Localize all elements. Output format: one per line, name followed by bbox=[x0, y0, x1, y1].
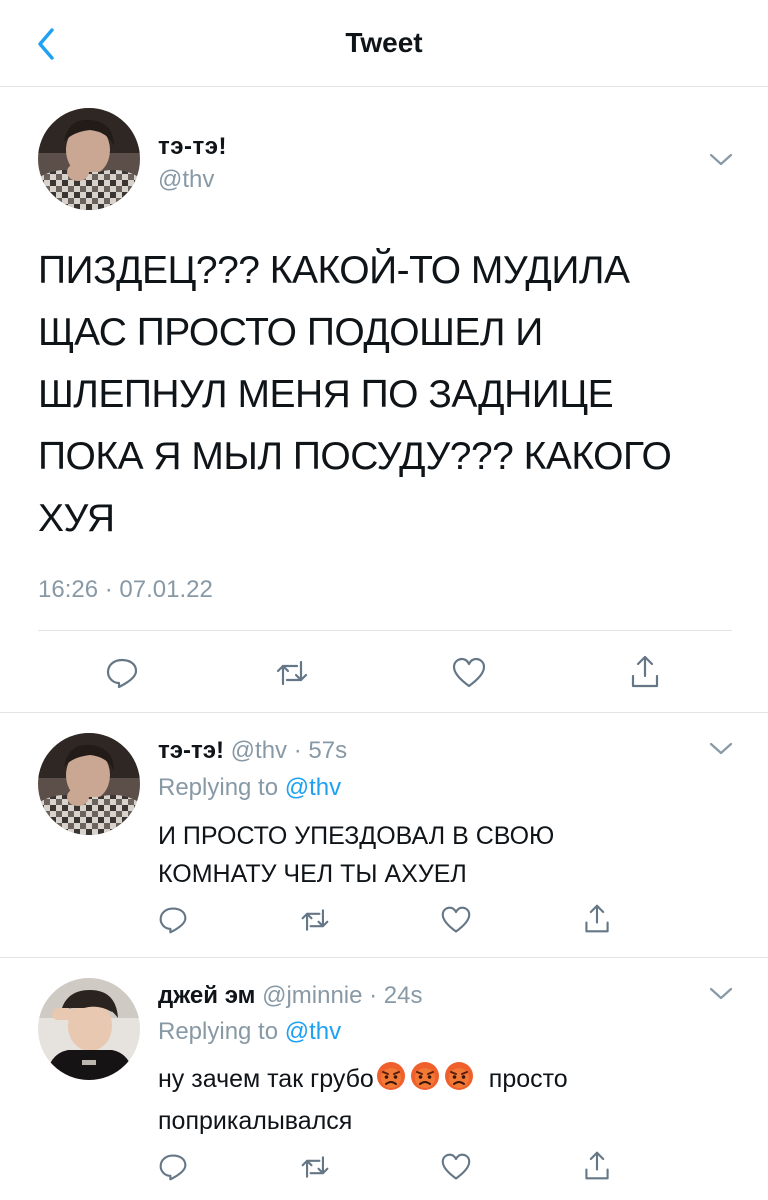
angry-face-emoji bbox=[376, 1061, 406, 1102]
retweet-button[interactable] bbox=[275, 656, 309, 690]
divider bbox=[0, 957, 768, 958]
replying-to-label: Replying to bbox=[158, 1018, 279, 1045]
reply-button[interactable] bbox=[158, 1152, 192, 1186]
profile-photo-image bbox=[38, 978, 140, 1080]
tweet-text: ПИЗДЕЦ??? КАКОЙ-ТО МУДИЛА ЩАС ПРОСТО ПОД… bbox=[38, 240, 738, 550]
reply-text-segment: просто bbox=[488, 1065, 568, 1093]
share-icon bbox=[585, 904, 609, 933]
reply-text-line: поприкалывался bbox=[158, 1107, 353, 1135]
reply-text: ну зачем так грубо просто поприкалывался bbox=[158, 1060, 568, 1140]
author-name[interactable]: джей эм bbox=[158, 982, 255, 1009]
chevron-down-icon bbox=[709, 987, 733, 1000]
tweet-text-line: ХУЯ bbox=[38, 497, 115, 540]
replying-to-label: Replying to bbox=[158, 774, 279, 801]
avatar[interactable] bbox=[38, 733, 140, 835]
like-button[interactable] bbox=[441, 905, 475, 939]
retweet-icon bbox=[276, 660, 308, 686]
reply-text: И ПРОСТО УПЕЗДОВАЛ В СВОЮ КОМНАТУ ЧЕЛ ТЫ… bbox=[158, 817, 554, 893]
share-icon bbox=[585, 1151, 609, 1180]
reply-text-segment: ну зачем так грубо bbox=[158, 1065, 374, 1093]
angry-face-emoji bbox=[410, 1061, 440, 1102]
author-handle-time[interactable]: @thv · 57s bbox=[231, 737, 347, 764]
tweet-text-line: ПОКА Я МЫЛ ПОСУДУ??? КАКОГО bbox=[38, 435, 672, 478]
share-button[interactable] bbox=[582, 903, 616, 937]
reply-button[interactable] bbox=[105, 656, 139, 690]
reply-text-line: И ПРОСТО УПЕЗДОВАЛ В СВОЮ bbox=[158, 822, 555, 850]
retweet-button[interactable] bbox=[300, 1152, 334, 1186]
retweet-button[interactable] bbox=[300, 905, 334, 939]
replying-to: Replying to @thv bbox=[158, 774, 341, 802]
more-options-button[interactable] bbox=[708, 986, 734, 1002]
replying-to-link[interactable]: @thv bbox=[285, 1018, 341, 1045]
reply-icon bbox=[159, 1154, 187, 1181]
share-button[interactable] bbox=[582, 1150, 616, 1184]
tweet-timestamp: 16:26 · 07.01.22 bbox=[38, 576, 213, 603]
avatar[interactable] bbox=[38, 108, 140, 210]
tweet-text-line: ПИЗДЕЦ??? КАКОЙ-ТО МУДИЛА bbox=[38, 249, 630, 292]
heart-icon bbox=[441, 906, 471, 933]
author-name[interactable]: тэ-тэ! bbox=[158, 133, 227, 161]
reply-text-line: ну зачем так грубо просто bbox=[158, 1060, 568, 1102]
avatar[interactable] bbox=[38, 978, 140, 1080]
page-title: Tweet bbox=[345, 27, 423, 58]
profile-photo-image bbox=[38, 733, 140, 835]
like-button[interactable] bbox=[441, 1152, 475, 1186]
like-button[interactable] bbox=[452, 656, 486, 690]
author-name[interactable]: тэ-тэ! bbox=[158, 737, 224, 764]
profile-photo-image bbox=[38, 108, 140, 210]
chevron-down-icon bbox=[709, 742, 733, 755]
header-bar: Tweet bbox=[0, 0, 768, 87]
author-handle-time[interactable]: @jminnie · 24s bbox=[262, 982, 422, 1009]
author-handle[interactable]: @thv bbox=[158, 166, 214, 194]
share-icon bbox=[631, 655, 659, 688]
reply-header: джей эм @jminnie · 24s bbox=[158, 982, 423, 1010]
angry-face-emoji bbox=[444, 1061, 474, 1102]
share-button[interactable] bbox=[628, 654, 662, 688]
more-options-button[interactable] bbox=[708, 152, 734, 168]
tweet-text-line: ШЛЕПНУЛ МЕНЯ ПО ЗАДНИЦЕ bbox=[38, 373, 614, 416]
heart-icon bbox=[441, 1153, 471, 1180]
more-options-button[interactable] bbox=[708, 741, 734, 757]
replying-to: Replying to @thv bbox=[158, 1018, 341, 1046]
divider bbox=[38, 630, 732, 631]
tweet-text-line: ЩАС ПРОСТО ПОДОШЕЛ И bbox=[38, 311, 543, 354]
reply-icon bbox=[106, 658, 138, 689]
retweet-icon bbox=[301, 909, 329, 931]
reply-icon bbox=[159, 907, 187, 934]
reply-header: тэ-тэ! @thv · 57s bbox=[158, 737, 347, 765]
reply-text-line: КОМНАТУ ЧЕЛ ТЫ АХУЕЛ bbox=[158, 860, 467, 888]
heart-icon bbox=[452, 657, 486, 688]
divider bbox=[0, 712, 768, 713]
chevron-down-icon bbox=[709, 153, 733, 166]
retweet-icon bbox=[301, 1156, 329, 1178]
reply-button[interactable] bbox=[158, 905, 192, 939]
replying-to-link[interactable]: @thv bbox=[285, 774, 341, 801]
